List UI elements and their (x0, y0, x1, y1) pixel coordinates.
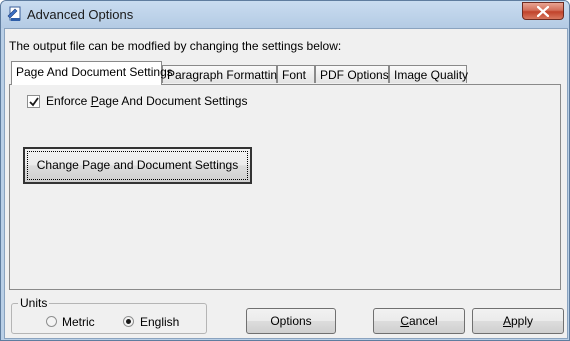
metric-radio[interactable] (46, 316, 57, 327)
options-button[interactable]: Options (246, 308, 336, 334)
english-label[interactable]: English (140, 315, 179, 329)
metric-label[interactable]: Metric (62, 315, 95, 329)
english-radio[interactable] (123, 316, 134, 327)
cancel-button[interactable]: Cancel (373, 308, 465, 334)
enforce-settings-label: Enforce Page And Document Settings (46, 94, 248, 108)
page-and-document-settings-panel: Enforce Page And Document Settings Chang… (9, 84, 561, 290)
close-icon (537, 6, 549, 17)
tab-image-quality[interactable]: Image Quality (389, 65, 468, 83)
apply-button[interactable]: Apply (472, 308, 564, 334)
advanced-options-window: Advanced Options The output file can be … (0, 0, 570, 341)
units-legend: Units (18, 296, 50, 310)
enforce-settings-checkbox[interactable] (27, 95, 40, 108)
title-bar[interactable]: Advanced Options (1, 1, 569, 28)
dialog-body: The output file can be modfied by changi… (4, 28, 568, 339)
tab-paragraph-formatting[interactable]: Paragraph Formatting (162, 65, 284, 83)
change-page-document-settings-button[interactable]: Change Page and Document Settings (23, 147, 252, 184)
checkmark-icon (29, 97, 39, 107)
tab-pdf-options[interactable]: PDF Options (315, 65, 389, 83)
app-document-icon (7, 6, 23, 22)
tab-font[interactable]: Font (277, 65, 315, 83)
window-title: Advanced Options (27, 7, 134, 22)
close-button[interactable] (522, 2, 564, 20)
units-group: Units Metric English (11, 296, 207, 334)
tab-page-and-document-settings[interactable]: Page And Document Settings (11, 61, 173, 85)
intro-text: The output file can be modfied by changi… (9, 39, 342, 53)
radio-selected-dot (126, 319, 131, 324)
